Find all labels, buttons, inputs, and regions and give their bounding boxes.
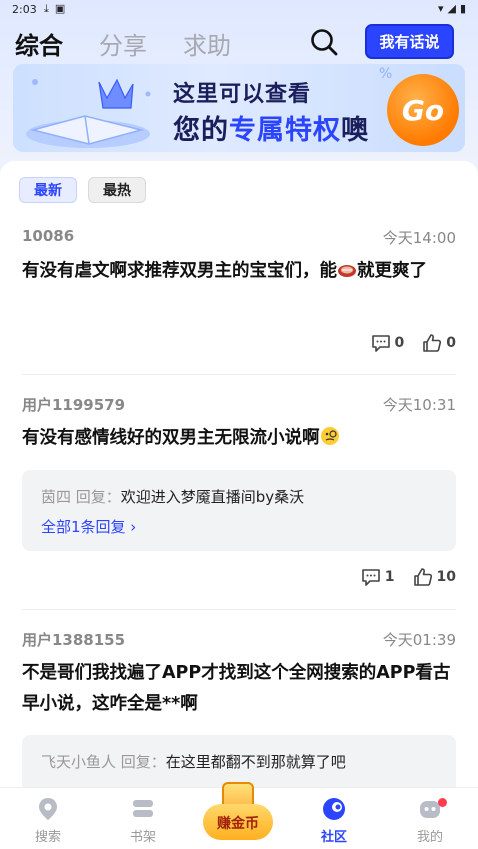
thumbs-up-icon	[423, 334, 442, 352]
comment-stat[interactable]: 0	[371, 333, 405, 353]
reply-preview[interactable]: 茵四 回复：欢迎进入梦魇直播间by桑沃 全部1条回复 ›	[22, 470, 456, 551]
like-count: 0	[446, 335, 456, 351]
like-stat[interactable]: 0	[422, 333, 456, 353]
post-time: 今天01:39	[382, 631, 456, 649]
like-count: 10	[436, 569, 456, 585]
nav-profile-label: 我的	[416, 830, 443, 845]
community-icon	[323, 798, 345, 820]
post-time: 今天10:31	[382, 396, 456, 414]
reply-preview[interactable]: 飞天小鱼人 回复：在这里都翻不到那就算了吧	[22, 735, 456, 787]
banner-line2-highlight: 专属特权	[229, 115, 341, 146]
download-icon: ⤓	[44, 2, 49, 15]
nav-community-label: 社区	[320, 830, 347, 845]
banner-line2: 您的专属特权噢	[173, 108, 369, 147]
post-username[interactable]: 用户1388155	[22, 629, 125, 650]
book-crown-illustration	[26, 78, 151, 148]
comment-count: 0	[394, 335, 405, 351]
bottom-nav: 搜索 书架 赚金币 社区 我的	[0, 782, 478, 849]
banner-line2-prefix: 您的	[173, 115, 229, 146]
top-tabs: 综合 分享 求助	[15, 26, 231, 61]
post-content-text: 有没有感情线好的双男主无限流小说啊	[22, 428, 320, 448]
reply-text: 在这里都翻不到那就算了吧	[165, 753, 346, 771]
location-pin-icon	[39, 798, 57, 820]
nav-bookshelf-label: 书架	[129, 830, 156, 845]
filter-hottest[interactable]: 最热	[88, 177, 146, 203]
status-bar: 2:03 ⤓ ▣ ▾ ◢ ▮	[0, 0, 478, 20]
comment-stat[interactable]: 1	[361, 567, 395, 587]
post-button[interactable]: 我有话说	[365, 24, 454, 59]
tab-help[interactable]: 求助	[183, 26, 231, 61]
post-item[interactable]: 用户1388155 今天01:39 不是哥们我找遍了APP才找到这个全网搜索的A…	[0, 623, 478, 787]
app-notification-icon: ▣	[54, 2, 66, 15]
nav-search[interactable]: 搜索	[18, 796, 78, 845]
divider	[22, 374, 456, 375]
reply-author: 飞天小鱼人 回复：	[41, 753, 166, 771]
status-right-icons: ▾ ◢ ▮	[438, 2, 466, 15]
post-username[interactable]: 10086	[22, 227, 74, 245]
feed-panel: 最新 最热 10086 今天14:00 有没有虐文啊求推荐双男主的宝宝们，能 就更…	[0, 161, 478, 787]
comment-icon	[361, 569, 380, 586]
post-time: 今天14:00	[382, 229, 456, 247]
bookshelf-icon	[133, 800, 153, 817]
monocle-face-emoji-icon	[320, 427, 339, 445]
post-username[interactable]: 用户1199579	[22, 394, 125, 415]
nav-profile[interactable]: 我的	[400, 796, 460, 845]
like-stat[interactable]: 10	[413, 567, 456, 587]
percent-icon: %	[379, 66, 393, 82]
post-content: 有没有虐文啊求推荐双男主的宝宝们，能 就更爽了	[22, 256, 456, 287]
nav-earn-coins[interactable]: 赚金币	[203, 804, 273, 840]
filter-latest[interactable]: 最新	[19, 177, 77, 203]
nav-search-label: 搜索	[34, 830, 61, 845]
sort-filters: 最新 最热	[19, 177, 146, 203]
post-content: 不是哥们我找遍了APP才找到这个全网搜索的APP看古早小说，这咋全是**啊	[22, 663, 451, 714]
banner-line1: 这里可以查看	[173, 82, 312, 107]
tab-general[interactable]: 综合	[15, 26, 63, 61]
wifi-icon: ▾	[437, 2, 444, 15]
comment-count: 1	[384, 569, 395, 585]
divider	[22, 609, 456, 610]
status-time: 2:03	[12, 3, 37, 16]
reply-line: 飞天小鱼人 回复：在这里都翻不到那就算了吧	[41, 751, 346, 772]
notification-badge	[438, 798, 447, 807]
go-button[interactable]: Go	[387, 74, 459, 146]
nav-community[interactable]: 社区	[304, 796, 364, 845]
post-item[interactable]: 10086 今天14:00 有没有虐文啊求推荐双男主的宝宝们，能 就更爽了 0 0	[0, 221, 478, 371]
reply-line: 茵四 回复：欢迎进入梦魇直播间by桑沃	[41, 486, 304, 507]
post-content-part2: 就更爽了	[357, 261, 427, 281]
signal-icon: ◢	[447, 2, 456, 15]
post-content: 有没有感情线好的双男主无限流小说啊	[22, 423, 456, 454]
post-stats: 1 10	[361, 567, 456, 587]
status-left-icons: ⤓ ▣	[44, 2, 65, 16]
reply-author: 茵四 回复：	[41, 488, 121, 506]
reply-text: 欢迎进入梦魇直播间by桑沃	[120, 488, 305, 506]
tab-share[interactable]: 分享	[99, 26, 147, 61]
search-icon[interactable]	[309, 27, 339, 57]
comment-icon	[371, 335, 390, 352]
thumbs-up-icon	[413, 568, 432, 586]
view-all-replies-link[interactable]: 全部1条回复 ›	[41, 516, 136, 537]
banner-line2-suffix: 噢	[341, 115, 369, 146]
battery-icon: ▮	[459, 2, 466, 15]
post-stats: 0 0	[371, 333, 456, 353]
post-content-part1: 有没有虐文啊求推荐双男主的宝宝们，能	[22, 261, 337, 281]
meat-emoji-icon	[338, 265, 356, 277]
post-item[interactable]: 用户1199579 今天10:31 有没有感情线好的双男主无限流小说啊 茵四 回…	[0, 388, 478, 598]
nav-bookshelf[interactable]: 书架	[113, 796, 173, 845]
privilege-banner[interactable]: 这里可以查看 您的专属特权噢 % Go	[13, 64, 465, 152]
